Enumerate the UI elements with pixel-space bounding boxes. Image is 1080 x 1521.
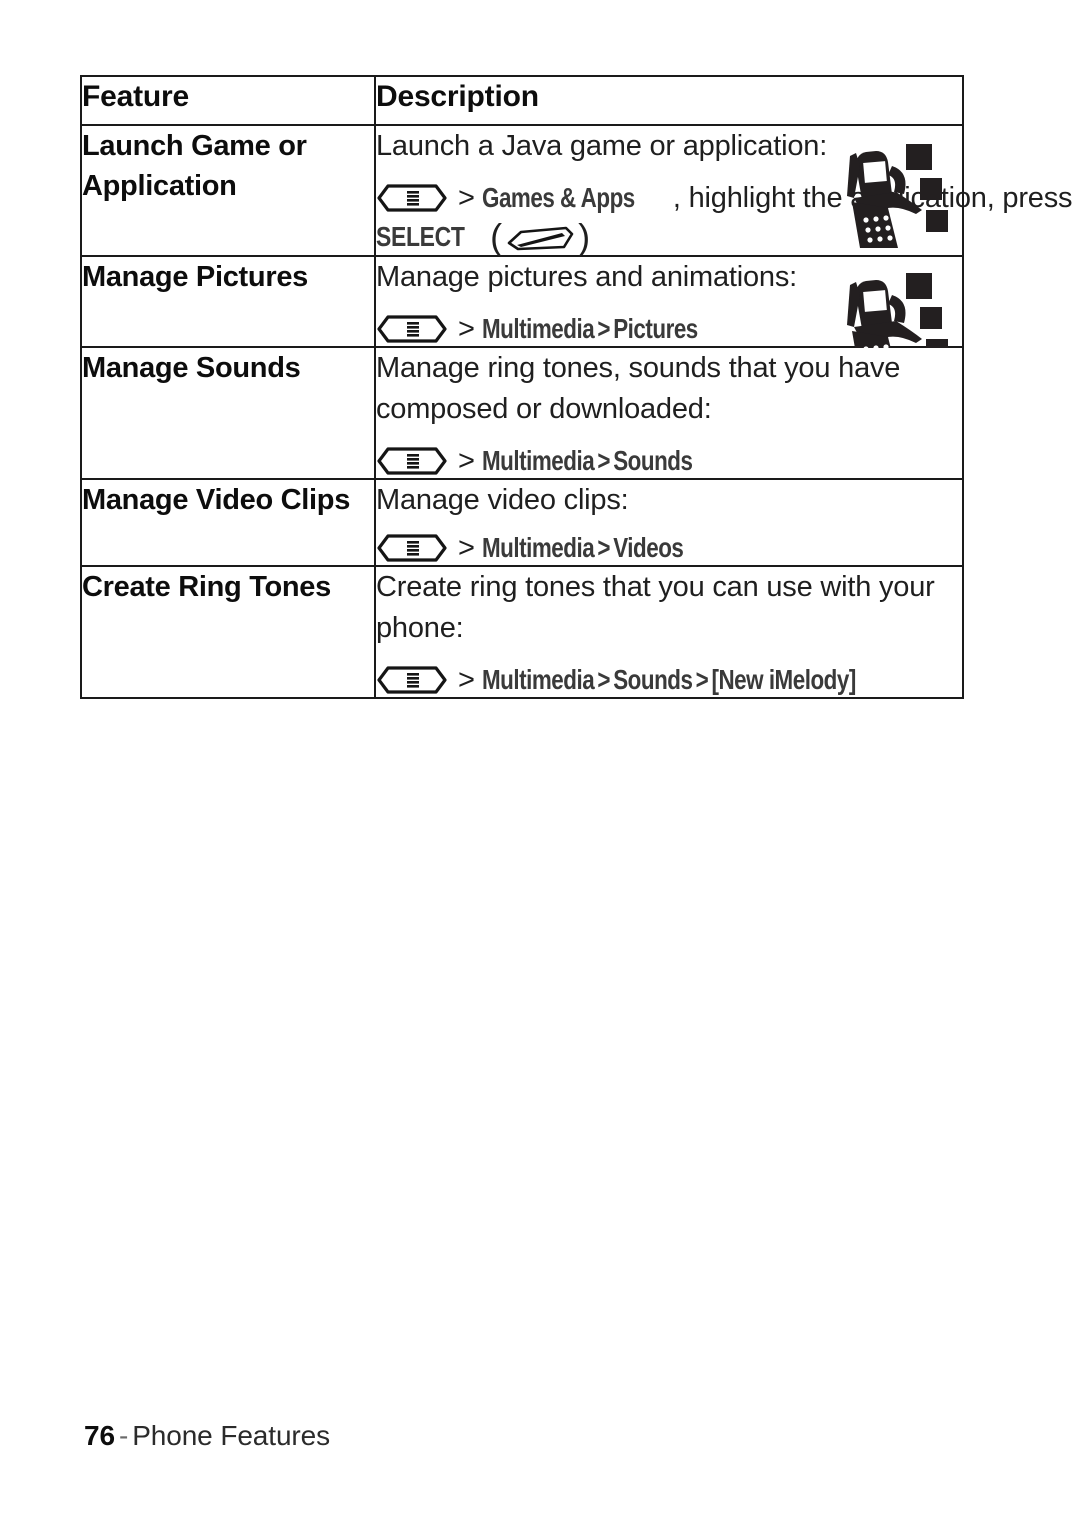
path-segment-videos: Videos [613,532,684,563]
table-row: Manage Video Clips Manage video clips: > [80,478,964,567]
path-segment-separator: > [695,664,709,695]
path-segment-sounds: Sounds [613,445,693,476]
navigation-path-multimedia-videos: Multimedia > Videos [481,531,684,565]
column-header-feature: Feature [82,80,189,113]
path-segment-multimedia: Multimedia [481,313,595,344]
navigation-path-games-and-apps: Games & Apps [481,182,635,213]
navigation-path-line: > Multimedia > Sounds > [New iMelody] [376,663,962,697]
navigation-path-line: > Games & Apps , highlight the applicati… [376,181,1073,215]
table-row: Launch Game or Application Launch a Java… [80,124,1073,257]
paren-close: ) [578,216,591,257]
features-table: Feature Description Launch Game or Appli… [80,75,1073,699]
feature-name-create-ring-tones: Create Ring Tones [82,571,331,603]
description-text: Manage pictures and animations: [376,261,797,293]
feature-name-manage-pictures: Manage Pictures [82,261,308,293]
table-row: Create Ring Tones Create ring tones that… [80,565,964,699]
menu-key-icon [377,534,447,562]
menu-key-icon [377,184,447,212]
path-segment-separator: > [597,313,610,344]
path-segment-multimedia: Multimedia [481,532,595,563]
feature-name-cell: Create Ring Tones [80,565,376,699]
feature-name-cell: Manage Sounds [80,346,376,480]
description-text: Launch a Java game or application: [376,130,828,162]
description-text: Create ring tones that you can use with … [376,571,935,644]
paren-open: ( [490,216,503,257]
navigation-path-line: > Multimedia > Videos [376,531,962,565]
menu-key-icon [377,447,447,475]
footer-page-number: 76 [84,1420,115,1451]
navigation-path-multimedia-sounds: Multimedia > Sounds [481,444,693,478]
feature-description-cell: Manage video clips: > Multimedia > Videos [374,478,964,567]
select-label: SELECT [376,221,465,252]
table-header-row: Feature Description [80,75,964,126]
navigation-path-line: > Multimedia > Sounds [376,444,962,478]
navigation-path-multimedia-pictures: Multimedia > Pictures [482,312,698,346]
column-header-description-cell: Description [374,75,964,126]
path-segment-multimedia: Multimedia [481,664,595,695]
path-separator-caret: > [458,313,475,345]
column-header-feature-cell: Feature [80,75,376,126]
feature-name-manage-sounds: Manage Sounds [82,352,301,384]
path-segment-multimedia: Multimedia [481,445,595,476]
feature-name-cell: Launch Game or Application [80,124,376,257]
navigation-path-line: > Multimedia > Pictures [376,312,962,346]
soft-key-icon [507,226,574,251]
select-key-line: SELECT ( ) [376,219,962,255]
feature-name-manage-video-clips: Manage Video Clips [82,484,351,516]
menu-key-icon [377,666,447,694]
path-segment-pictures: Pictures [613,313,698,344]
footer-dash: - [118,1420,129,1451]
feature-name-cell: Manage Pictures [80,255,376,348]
column-header-description: Description [376,80,539,113]
path-separator-caret: > [458,532,475,564]
table-row: Manage Pictures Manage pictures and anim… [80,255,964,377]
feature-name-launch-game-or-application: Launch Game or Application [82,130,307,202]
path-separator-caret: > [458,664,475,696]
feature-description-cell: Manage pictures and animations: > Multim… [374,255,964,377]
menu-key-icon [377,315,447,343]
footer-section-name: Phone Features [132,1420,331,1451]
description-text: Manage video clips: [376,484,629,516]
path-segment-sounds: Sounds [613,664,693,695]
path-segment-new-imelody: [New iMelody] [711,664,856,695]
feature-description-cell: Launch a Java game or application: > Gam… [374,124,1073,257]
feature-description-cell: Manage ring tones, sounds that you have … [374,346,964,480]
table-row: Manage Sounds Manage ring tones, sounds … [80,346,964,480]
navigation-path-multimedia-sounds-new-imelody: Multimedia > Sounds > [New iMelody] [482,663,856,697]
path-segment-separator: > [597,664,610,695]
feature-name-cell: Manage Video Clips [80,478,376,567]
path-segment-separator: > [597,445,610,476]
document-page: Feature Description Launch Game or Appli… [0,0,1080,1521]
page-footer: 76- Phone Features [84,1418,330,1454]
path-segment-separator: > [597,532,610,563]
feature-description-cell: Create ring tones that you can use with … [374,565,964,699]
navigation-trailing-text: , highlight the application, press [672,182,1073,214]
path-separator-caret: > [458,182,475,214]
description-text: Manage ring tones, sounds that you have … [376,352,901,425]
path-separator-caret: > [458,445,475,477]
